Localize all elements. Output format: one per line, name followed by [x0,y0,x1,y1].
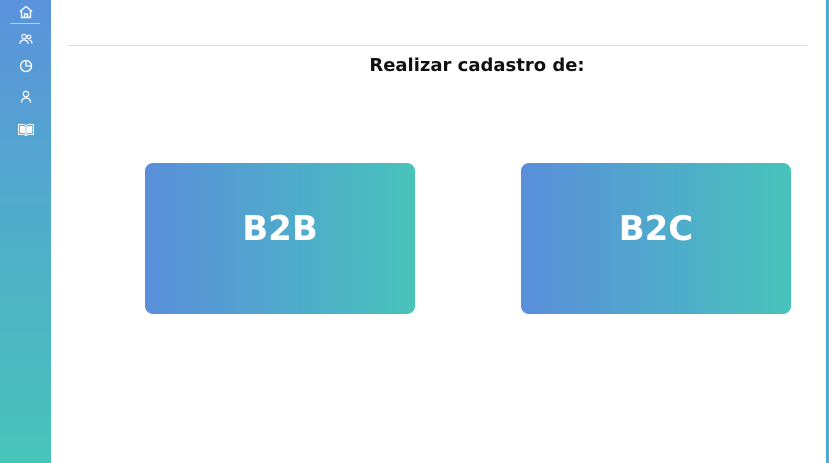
users-icon [18,33,33,45]
sidebar-item-catalog[interactable] [0,117,51,141]
sidebar-item-reports[interactable] [0,54,51,78]
b2c-option-button[interactable]: B2C [521,163,791,314]
sidebar-item-home[interactable] [0,0,51,24]
sidebar-item-users[interactable] [0,27,51,51]
pie-chart-icon [19,59,33,73]
b2b-option-button[interactable]: B2B [145,163,415,314]
sidebar [0,0,51,463]
app-window: Realizar cadastro de: B2B B2C [0,0,829,463]
book-icon [17,123,35,136]
b2c-option-label: B2C [618,208,694,249]
header-divider [68,45,807,46]
sidebar-item-profile[interactable] [0,84,51,108]
home-icon [18,5,34,19]
b2b-option-label: B2B [242,208,318,249]
page-title: Realizar cadastro de: [369,55,585,76]
user-icon [20,90,32,103]
active-indicator [10,23,40,24]
